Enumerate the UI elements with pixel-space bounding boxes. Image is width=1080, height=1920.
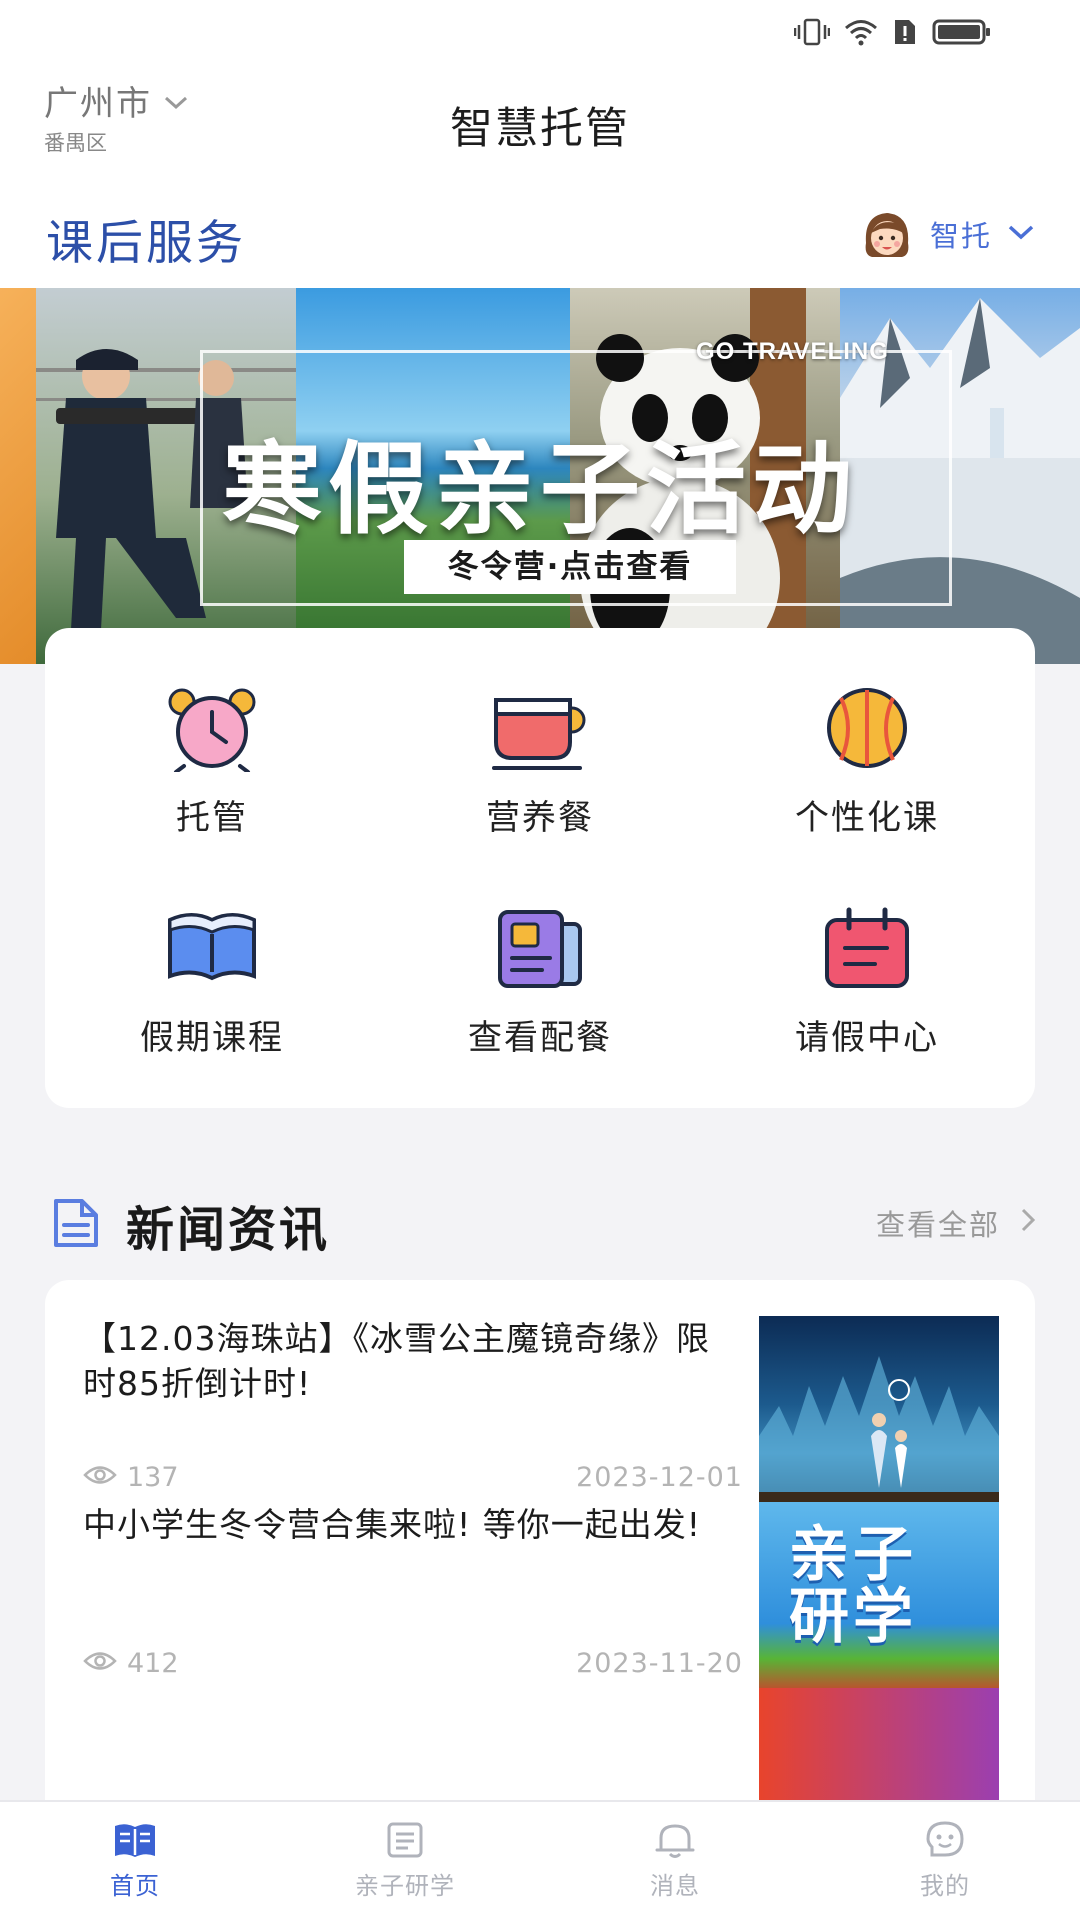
view-count: 137 <box>127 1462 179 1493</box>
nav-messages[interactable]: 消息 <box>575 1820 775 1901</box>
nav-label: 亲子研学 <box>355 1872 455 1900</box>
banner-tag: GO TRAVELING <box>696 338 889 365</box>
book-home-icon <box>35 1820 235 1860</box>
chevron-down-icon <box>1006 223 1036 245</box>
service-label: 查看配餐 <box>468 1018 612 1058</box>
bell-icon <box>575 1820 775 1860</box>
news-thumbnail <box>759 1316 999 1512</box>
profile-switcher[interactable]: 智托 <box>858 205 1036 263</box>
service-label: 假期课程 <box>140 1018 284 1058</box>
news-date: 2023-11-20 <box>576 1648 743 1679</box>
basketball-icon <box>737 686 997 772</box>
avatar <box>858 205 916 263</box>
news-headline: 中小学生冬令营合集来啦! 等你一起出发! <box>83 1505 701 1544</box>
view-all-label: 查看全部 <box>875 1208 1000 1242</box>
service-item-holiday-course[interactable]: 假期课程 <box>82 906 342 1059</box>
view-count: 412 <box>127 1648 179 1679</box>
bottom-nav: 首页 亲子研学 消息 我的 <box>0 1800 1080 1920</box>
nav-label: 消息 <box>650 1872 700 1900</box>
news-date: 2023-12-01 <box>576 1462 743 1493</box>
chevron-right-icon <box>1020 1206 1036 1240</box>
nav-parent-child-study[interactable]: 亲子研学 <box>305 1820 505 1901</box>
nav-label: 首页 <box>110 1872 160 1900</box>
battery-icon <box>932 18 992 46</box>
banner-cta-button[interactable]: 冬令营·点击查看 <box>404 540 736 594</box>
nav-mine[interactable]: 我的 <box>845 1820 1045 1901</box>
service-item-leave-center[interactable]: 请假中心 <box>737 906 997 1059</box>
news-headline: 【12.03海珠站】《冰雪公主魔镜奇缘》限时85折倒计时! <box>83 1319 710 1403</box>
service-label: 营养餐 <box>486 798 594 838</box>
news-section-header: 新闻资讯 <box>50 1190 330 1260</box>
status-bar <box>794 12 992 52</box>
news-list: 【12.03海珠站】《冰雪公主魔镜奇缘》限时85折倒计时! 137 2023-1… <box>45 1280 1035 1800</box>
news-thumbnail <box>759 1688 999 1800</box>
news-item[interactable] <box>83 1688 1021 1800</box>
menu-document-icon <box>410 906 670 992</box>
profile-name: 智托 <box>929 219 992 253</box>
wifi-icon <box>844 18 878 46</box>
soup-bowl-icon <box>410 686 670 772</box>
news-item[interactable]: 中小学生冬令营合集来啦! 等你一起出发! 412 2023-11-20 亲子研学 <box>83 1502 1021 1702</box>
service-item-childcare[interactable]: 托管 <box>82 686 342 839</box>
view-all-link[interactable]: 查看全部 <box>876 1202 1036 1244</box>
promo-banner[interactable]: GO TRAVELING 寒假亲子活动 冬令营·点击查看 <box>0 288 1080 664</box>
service-item-view-meals[interactable]: 查看配餐 <box>410 906 670 1059</box>
banner-title: 寒假亲子活动 <box>222 431 858 548</box>
eye-icon <box>83 1462 117 1493</box>
calendar-icon <box>737 906 997 992</box>
sim-alert-icon <box>892 18 918 46</box>
alarm-clock-icon <box>82 686 342 772</box>
face-icon <box>845 1820 1045 1860</box>
nav-home[interactable]: 首页 <box>35 1820 235 1901</box>
thumbnail-text: 亲子研学 <box>789 1520 917 1652</box>
news-card-icon <box>305 1820 505 1860</box>
eye-icon <box>83 1648 117 1679</box>
page-title: 智慧托管 <box>450 104 630 154</box>
service-label: 请假中心 <box>795 1018 939 1058</box>
news-section-title: 新闻资讯 <box>126 1202 331 1258</box>
open-book-icon <box>82 906 342 992</box>
service-label: 托管 <box>176 798 248 838</box>
vibrate-icon <box>794 18 830 46</box>
document-icon <box>50 1197 102 1253</box>
nav-label: 我的 <box>920 1872 970 1900</box>
service-grid: 托管 营养餐 个性化课 假期课程 查看配餐 请假中心 <box>45 628 1035 1108</box>
news-thumbnail: 亲子研学 <box>759 1502 999 1698</box>
service-item-personalized-course[interactable]: 个性化课 <box>737 686 997 839</box>
service-label: 个性化课 <box>795 798 939 838</box>
section-title: 课后服务 <box>46 216 246 271</box>
service-item-nutrition-meal[interactable]: 营养餐 <box>410 686 670 839</box>
news-item[interactable]: 【12.03海珠站】《冰雪公主魔镜奇缘》限时85折倒计时! 137 2023-1… <box>83 1316 1021 1516</box>
